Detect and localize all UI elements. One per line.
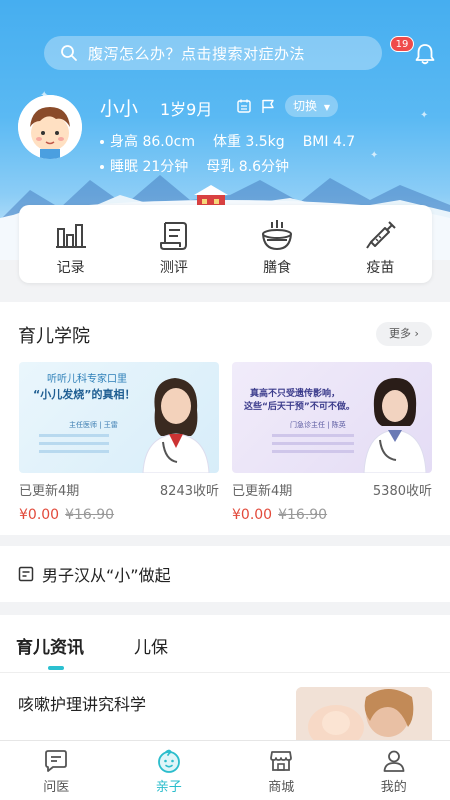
search-placeholder: 腹泻怎么办？点击搜索对症办法 bbox=[88, 44, 306, 63]
info-line bbox=[272, 434, 354, 437]
article-link-row[interactable]: 男子汉从“小”做起 bbox=[0, 546, 450, 602]
calendar-icon[interactable] bbox=[236, 98, 252, 114]
active-tab-indicator bbox=[48, 666, 64, 670]
scroll-icon bbox=[159, 222, 187, 250]
listen-count: 5380收听 bbox=[372, 484, 432, 499]
divider bbox=[0, 672, 450, 673]
search-bar[interactable]: 腹泻怎么办？点击搜索对症办法 bbox=[44, 36, 382, 70]
chevron-right-icon: › bbox=[411, 327, 419, 340]
quick-action-vaccine[interactable]: 疫苗 bbox=[329, 205, 432, 283]
height-value: 身高 86.0cm bbox=[110, 134, 195, 150]
course-meta: 已更新4期 8243收听 bbox=[19, 480, 219, 499]
course-price: ¥0.00 ¥16.90 bbox=[19, 507, 219, 523]
flag-icon[interactable] bbox=[260, 98, 276, 114]
news-item-title[interactable]: 咳嗽护理讲究科学 bbox=[18, 691, 146, 715]
news-thumbnail-image[interactable] bbox=[296, 687, 432, 745]
nav-item-parenting[interactable]: 亲子 bbox=[113, 741, 226, 800]
course-price: ¥0.00 ¥16.90 bbox=[232, 507, 432, 523]
snowflake-decoration: ✦ bbox=[420, 110, 429, 121]
syringe-icon bbox=[366, 221, 397, 249]
growth-stats-row[interactable]: 身高 86.0cm 体重 3.5kg BMI 4.7 bbox=[100, 131, 373, 151]
child-avatar-icon bbox=[18, 95, 82, 159]
banner-line1: 听听儿科专家口里 bbox=[47, 374, 127, 385]
course-card[interactable]: 真高不只受遗传影响， 这些“后天干预”不可不做。 门急诊主任 | 陈英 已更新4… bbox=[232, 362, 432, 523]
nav-item-me[interactable]: 我的 bbox=[338, 741, 450, 800]
avatar[interactable] bbox=[18, 95, 82, 159]
updated-count: 已更新4期 bbox=[232, 484, 293, 499]
bowl-icon bbox=[262, 220, 293, 251]
sleep-value: 睡眠 21分钟 bbox=[110, 159, 189, 175]
document-icon bbox=[18, 566, 34, 582]
info-line bbox=[272, 450, 354, 453]
original-price: ¥16.90 bbox=[65, 507, 115, 523]
academy-title: 育儿学院 bbox=[18, 326, 90, 347]
info-line bbox=[39, 450, 109, 453]
tab-child-care[interactable]: 儿保 bbox=[134, 633, 168, 658]
bar-chart-icon bbox=[55, 224, 86, 248]
caret-down-icon: ▼ bbox=[323, 103, 330, 112]
nav-label: 问医 bbox=[43, 780, 70, 795]
course-banner: 真高不只受遗传影响， 这些“后天干预”不可不做。 门急诊主任 | 陈英 bbox=[232, 362, 432, 473]
more-button[interactable]: 更多 › bbox=[376, 322, 432, 346]
info-line bbox=[39, 434, 109, 437]
quick-action-diet[interactable]: 膳食 bbox=[226, 205, 329, 283]
switch-label: 切换 bbox=[293, 99, 318, 113]
quick-action-label: 疫苗 bbox=[366, 260, 395, 276]
quick-action-record[interactable]: 记录 bbox=[19, 205, 122, 283]
chat-doctor-icon bbox=[45, 750, 68, 772]
search-icon bbox=[61, 45, 77, 61]
bullet-dot bbox=[100, 165, 104, 169]
nav-label: 我的 bbox=[380, 780, 407, 795]
course-meta: 已更新4期 5380收听 bbox=[232, 480, 432, 499]
nav-item-ask-doctor[interactable]: 问医 bbox=[0, 741, 113, 800]
snowflake-decoration: ✦ bbox=[370, 150, 379, 161]
person-icon bbox=[383, 750, 405, 772]
notification-badge: 19 bbox=[390, 36, 414, 52]
tab-parenting-news[interactable]: 育儿资讯 bbox=[16, 633, 84, 658]
original-price: ¥16.90 bbox=[278, 507, 328, 523]
course-card[interactable]: 听听儿科专家口里 “小儿发烧”的真相！ 主任医师 | 王雷 已更新4期 8243… bbox=[19, 362, 219, 523]
bell-icon[interactable] bbox=[412, 41, 438, 67]
article-link-title: 男子汉从“小”做起 bbox=[42, 566, 171, 585]
baby-face-icon bbox=[157, 749, 180, 773]
updated-count: 已更新4期 bbox=[19, 484, 80, 499]
course-banner: 听听儿科专家口里 “小儿发烧”的真相！ 主任医师 | 王雷 bbox=[19, 362, 219, 473]
current-price: ¥0.00 bbox=[19, 507, 60, 523]
care-stats-row[interactable]: 睡眠 21分钟 母乳 8.6分钟 bbox=[100, 156, 307, 176]
quick-action-label: 记录 bbox=[56, 260, 85, 276]
quick-actions-card: 记录 测评 膳食 疫苗 bbox=[19, 205, 432, 283]
doctor-portrait-image bbox=[142, 378, 210, 473]
doctor-label: 门急诊主任 | 陈英 bbox=[290, 421, 346, 429]
info-line bbox=[39, 442, 109, 445]
nav-label: 亲子 bbox=[155, 780, 182, 795]
info-line bbox=[272, 442, 354, 445]
bullet-dot bbox=[100, 140, 104, 144]
weight-value: 体重 3.5kg bbox=[212, 134, 285, 150]
bmi-value: BMI 4.7 bbox=[302, 134, 356, 150]
store-icon bbox=[270, 751, 293, 771]
bottom-nav: 问医 亲子 商城 我的 bbox=[0, 740, 450, 800]
banner-line2: “小儿发烧”的真相！ bbox=[33, 388, 136, 401]
breastmilk-value: 母乳 8.6分钟 bbox=[206, 159, 289, 175]
listen-count: 8243收听 bbox=[159, 484, 219, 499]
doctor-label: 主任医师 | 王雷 bbox=[69, 421, 118, 429]
child-name: 小小 bbox=[100, 98, 139, 120]
quick-action-label: 测评 bbox=[159, 260, 188, 276]
child-age: 1岁9月 bbox=[160, 100, 213, 119]
switch-child-button[interactable]: 切换 ▼ bbox=[285, 95, 338, 117]
banner-line1: 真高不只受遗传影响， bbox=[250, 389, 341, 399]
banner-line2: 这些“后天干预”不可不做。 bbox=[244, 402, 355, 412]
current-price: ¥0.00 bbox=[232, 507, 273, 523]
doctor-portrait-image bbox=[363, 378, 427, 473]
nav-item-store[interactable]: 商城 bbox=[225, 741, 338, 800]
mother-baby-photo bbox=[296, 687, 432, 745]
more-label: 更多 bbox=[389, 327, 412, 340]
news-section: 育儿资讯 儿保 咳嗽护理讲究科学 bbox=[0, 615, 450, 745]
quick-action-assessment[interactable]: 测评 bbox=[122, 205, 225, 283]
nav-label: 商城 bbox=[268, 780, 295, 795]
academy-section: 育儿学院 更多 › 听听儿科专家口里 “小儿发烧”的真相！ 主任医师 | 王雷 … bbox=[0, 302, 450, 535]
quick-action-label: 膳食 bbox=[263, 260, 292, 276]
